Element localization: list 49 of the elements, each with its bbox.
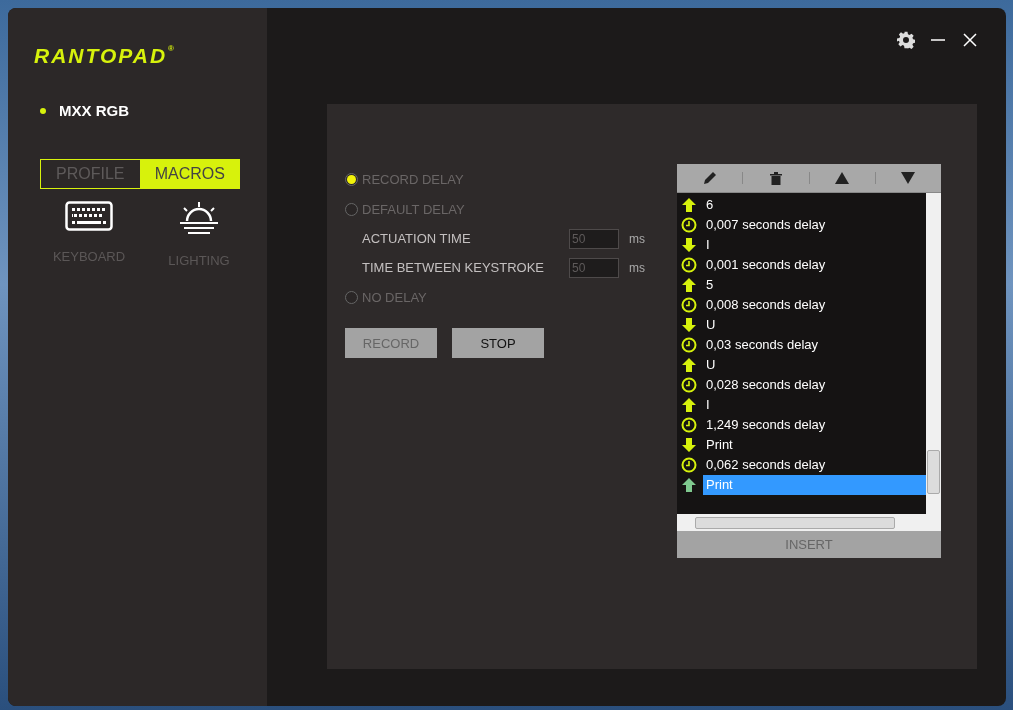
unit-label: ms: [629, 260, 645, 275]
macro-event[interactable]: U: [703, 315, 926, 335]
clock-icon: [681, 457, 697, 473]
macro-event[interactable]: I: [703, 395, 926, 415]
sunrise-icon: [178, 201, 220, 235]
brand-logo: RANTOPAD®: [34, 44, 175, 68]
field-label: TIME BETWEEN KEYSTROKE: [362, 260, 546, 275]
up-arrow-icon: [681, 397, 697, 413]
macro-event[interactable]: 0,062 seconds delay: [703, 455, 926, 475]
up-arrow-icon: [681, 477, 697, 493]
macro-event[interactable]: 6: [703, 195, 926, 215]
option-label: DEFAULT DELAY: [362, 201, 465, 217]
option-label: RECORD DELAY: [362, 171, 464, 187]
clock-icon: [681, 217, 697, 233]
up-arrow-icon: [681, 277, 697, 293]
up-arrow-icon: [681, 357, 697, 373]
down-arrow-icon: [681, 237, 697, 253]
record-control-button[interactable]: STOP: [452, 328, 544, 358]
down-arrow-icon: [681, 317, 697, 333]
macro-event[interactable]: I: [703, 235, 926, 255]
up-arrow-icon: [681, 197, 697, 213]
vertical-scrollbar[interactable]: [926, 193, 941, 514]
clock-icon: [681, 417, 697, 433]
clock-icon: [681, 377, 697, 393]
macro-event[interactable]: Print: [703, 435, 926, 455]
field-label: ACTUATION TIME: [362, 231, 472, 246]
macro-event[interactable]: 0,001 seconds delay: [703, 255, 926, 275]
device-name: MXX RGB: [59, 102, 129, 119]
clock-icon: [681, 257, 697, 273]
radio-button[interactable]: [345, 290, 358, 304]
macro-event[interactable]: 0,03 seconds delay: [703, 335, 926, 355]
horizontal-scrollbar[interactable]: [677, 514, 941, 531]
down-arrow-icon: [681, 437, 697, 453]
settings-icon[interactable]: [896, 30, 916, 50]
keyboard-icon: [65, 201, 113, 231]
macro-event[interactable]: U: [703, 355, 926, 375]
radio-button[interactable]: [345, 172, 358, 186]
option-label: NO DELAY: [362, 289, 427, 305]
clock-icon: [681, 337, 697, 353]
status-dot-icon: [40, 107, 46, 114]
macro-event[interactable]: 5: [703, 275, 926, 295]
unit-label: ms: [629, 231, 645, 246]
mode-tab[interactable]: MACROS: [140, 160, 239, 188]
macro-event[interactable]: 0,028 seconds delay: [703, 375, 926, 395]
macro-event[interactable]: 0,007 seconds delay: [703, 215, 926, 235]
macro-event[interactable]: 1,249 seconds delay: [703, 415, 926, 435]
macro-event[interactable]: 0,008 seconds delay: [703, 295, 926, 315]
radio-button[interactable]: [345, 202, 358, 216]
clock-icon: [681, 297, 697, 313]
